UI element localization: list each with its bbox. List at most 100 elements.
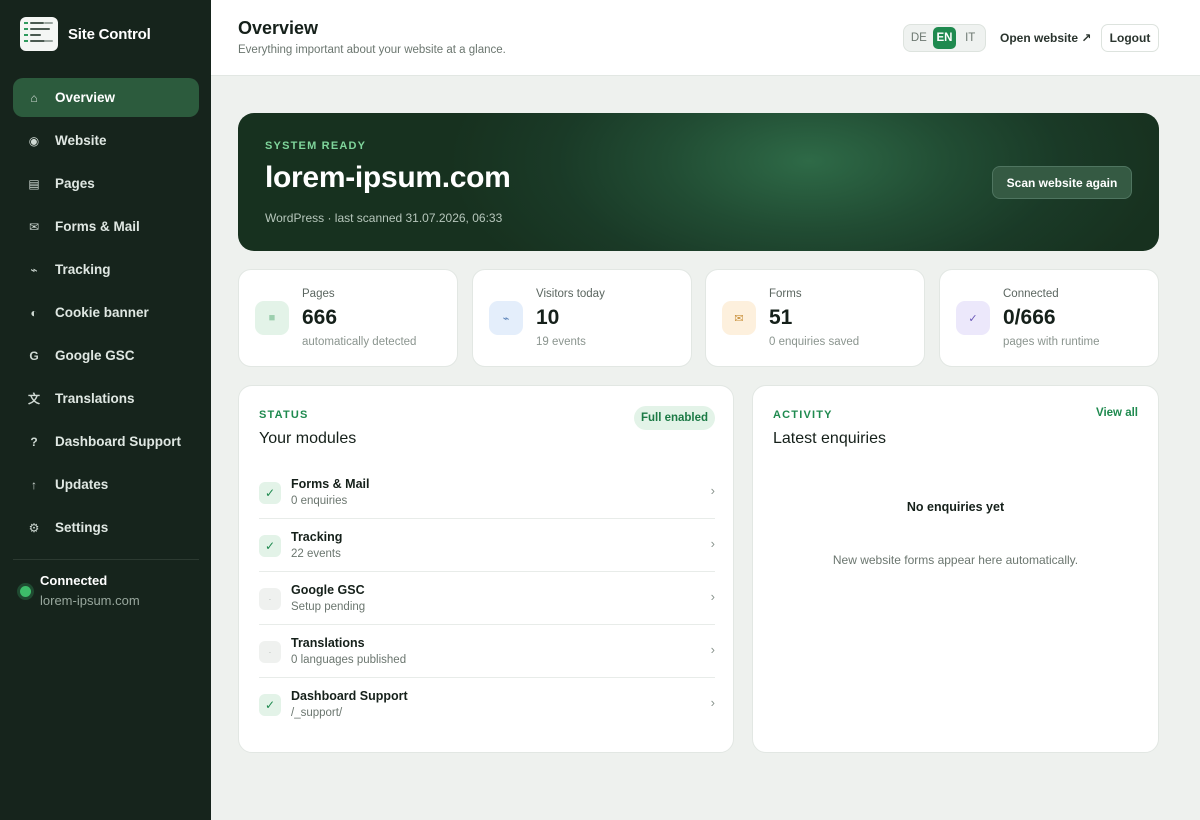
sidebar-item-label: Cookie banner [55,305,149,320]
sidebar-item-overview[interactable]: ⌂ Overview [13,78,199,117]
cookie-icon: ◐ [30,305,38,320]
arrow-up-icon: ↑ [31,477,37,492]
top-header: Overview Everything important about your… [211,0,1200,76]
empty-state-title: No enquiries yet [906,500,1005,514]
modules-kicker: STATUS [259,409,309,421]
status-badge: Full enabled [634,406,715,430]
sidebar-item-label: Settings [55,520,109,535]
activity-title: Latest enquiries [773,430,886,447]
stat-value: 51 [769,306,793,329]
hero-domain: lorem-ipsum.com [265,161,511,194]
language-option-de[interactable]: DE [907,27,931,49]
stat-label: Connected [1003,288,1059,300]
mail-icon: ✉ [722,301,756,335]
system-status-hero: SYSTEM READY lorem-ipsum.com WordPress ·… [238,113,1159,251]
module-row-google-gsc[interactable]: · Google GSC Setup pending › [259,572,715,625]
module-row-dashboard-support[interactable]: ✓ Dashboard Support /_support/ › [259,678,715,731]
module-name: Google GSC [291,583,365,597]
module-name: Tracking [291,530,343,544]
language-switcher: DE EN IT [903,24,986,52]
sidebar-item-updates[interactable]: ↑ Updates [13,465,199,504]
stat-card-visitors-today: ⌁ Visitors today 10 19 events [472,269,692,367]
mail-icon: ✉ [28,219,40,234]
sidebar-item-dashboard-support[interactable]: ? Dashboard Support [13,422,199,461]
pending-dot-icon: · [259,588,281,610]
sidebar-item-label: Google GSC [55,348,135,363]
module-status: 22 events [291,548,341,560]
sidebar-item-forms-mail[interactable]: ✉ Forms & Mail [13,207,199,246]
sidebar-item-label: Dashboard Support [55,434,182,449]
connection-title: Connected [40,573,108,588]
scan-website-button[interactable]: Scan website again [992,166,1132,199]
sidebar-item-label: Pages [55,176,95,191]
sidebar-item-website[interactable]: ◉ Website [13,121,199,160]
sidebar-item-label: Forms & Mail [55,219,140,234]
sidebar-nav: ⌂ Overview ◉ Website ▤ Pages ✉ Forms & Mail ⌁ Tra… [13,78,199,551]
module-name: Forms & Mail [291,477,370,491]
sidebar-item-cookie-banner[interactable]: ◐ Cookie banner [13,293,199,332]
language-option-en[interactable]: EN [932,27,957,49]
gear-icon: ⚙ [28,520,40,535]
chevron-right-icon: › [710,695,715,710]
stat-value: 10 [536,306,560,329]
pending-dot-icon: · [259,641,281,663]
module-row-forms-mail[interactable]: ✓ Forms & Mail 0 enquiries › [259,466,715,519]
sidebar-item-label: Tracking [55,262,111,277]
modules-panel: STATUS Your modules Full enabled ✓ Forms … [238,385,734,753]
page-title: Overview [238,18,319,38]
chevron-right-icon: › [710,536,715,551]
translate-icon: 文 [27,392,40,406]
activity-icon: ⌁ [489,301,523,335]
status-dot-icon [20,586,31,597]
module-name: Translations [291,636,365,650]
module-list: ✓ Forms & Mail 0 enquiries › ✓ Tracking 22 eve… [259,466,715,731]
stat-sub: automatically detected [302,336,417,348]
sidebar-item-label: Website [55,133,107,148]
empty-state-subtitle: New website forms appear here automatica… [832,553,1079,567]
stat-label: Forms [769,288,802,300]
stat-value: 0/666 [1003,306,1056,329]
sidebar-item-google-gsc[interactable]: G Google GSC [13,336,199,375]
module-row-tracking[interactable]: ✓ Tracking 22 events › [259,519,715,572]
view-all-link[interactable]: View all [1096,407,1138,419]
stat-label: Pages [302,288,335,300]
stat-card-forms: ✉ Forms 51 0 enquiries saved [705,269,925,367]
language-option-it[interactable]: IT [958,27,982,49]
brand[interactable]: Site Control [20,17,151,51]
check-icon: ✓ [259,535,281,557]
home-icon: ⌂ [30,90,38,105]
sidebar-item-label: Translations [55,391,135,406]
pages-icon: ■ [255,301,289,335]
check-icon: ✓ [259,694,281,716]
sidebar-item-translations[interactable]: 文 Translations [13,379,199,418]
sidebar-item-label: Overview [55,90,116,105]
stat-sub: 19 events [536,336,586,348]
stat-value: 666 [302,306,338,329]
hero-kicker: SYSTEM READY [265,140,367,152]
chevron-right-icon: › [710,642,715,657]
sidebar-item-pages[interactable]: ▤ Pages [13,164,199,203]
activity-icon: ⌁ [30,262,38,277]
open-website-link[interactable]: Open website ↗ [1000,31,1091,45]
stat-card-connected: ✓ Connected 0/666 pages with runtime [939,269,1159,367]
check-icon: ✓ [259,482,281,504]
sidebar-item-tracking[interactable]: ⌁ Tracking [13,250,199,289]
pages-icon: ▤ [28,176,40,191]
stat-card-pages: ■ Pages 666 automatically detected [238,269,458,367]
module-row-translations[interactable]: · Translations 0 languages published › [259,625,715,678]
globe-icon: ◉ [28,133,40,148]
stat-sub: pages with runtime [1003,336,1100,348]
logout-button[interactable]: Logout [1101,24,1159,52]
logo-icon [20,17,58,51]
brand-name: Site Control [68,25,151,43]
sidebar: Site Control ⌂ Overview ◉ Website ▤ Pages ✉ For… [0,0,211,820]
module-name: Dashboard Support [291,689,408,703]
sidebar-item-label: Updates [55,477,109,492]
sidebar-item-settings[interactable]: ⚙ Settings [13,508,199,547]
stat-sub: 0 enquiries saved [769,336,860,348]
sidebar-divider [13,559,199,560]
google-icon: G [29,348,39,363]
module-status: /_support/ [291,707,343,719]
activity-panel: ACTIVITY Latest enquiries View all No en… [752,385,1159,753]
connection-domain: lorem-ipsum.com [40,593,140,608]
